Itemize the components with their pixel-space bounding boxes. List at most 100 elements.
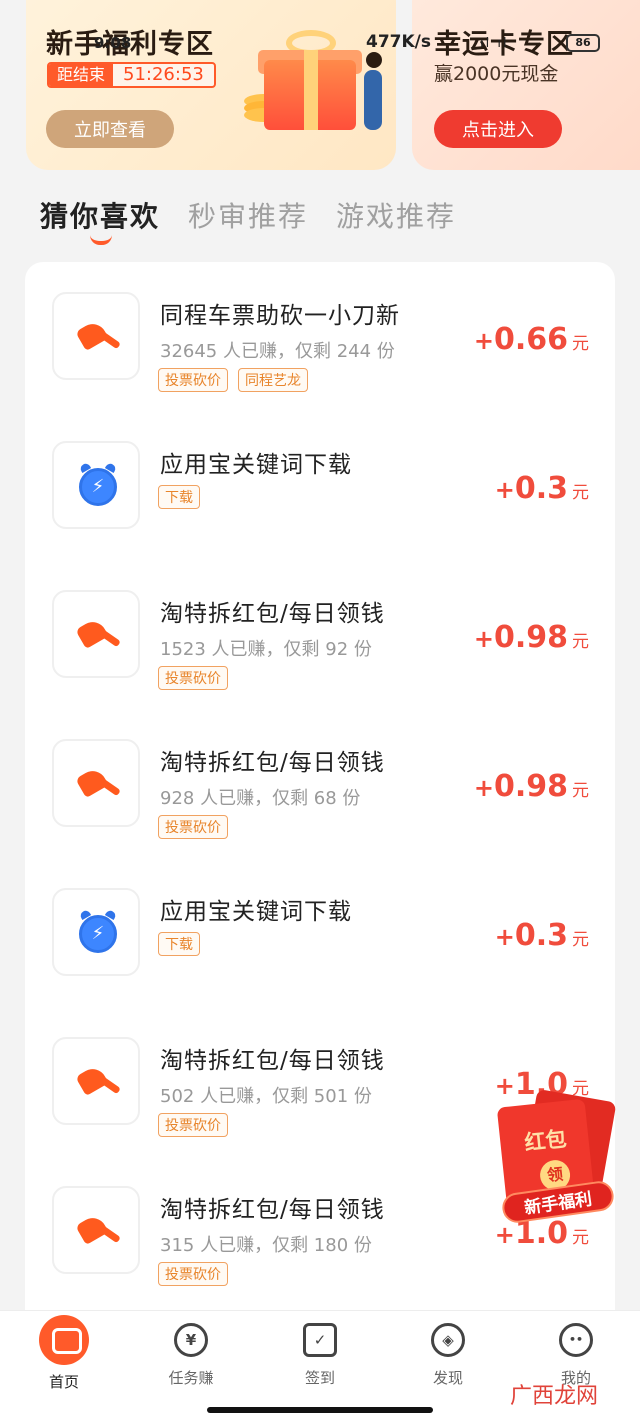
alarm-clock-icon: ⚡ <box>79 915 117 953</box>
countdown-timer: 距结束 51:26:53 <box>47 62 216 88</box>
nav-home[interactable]: 首页 <box>14 1315 114 1392</box>
task-stats: 928 人已赚，仅剩 68 份 <box>160 788 361 809</box>
task-tag: 同程艺龙 <box>238 368 308 392</box>
task-tags: 投票砍价 <box>158 815 228 839</box>
tab-label: 游戏推荐 <box>336 200 457 233</box>
reward-unit: 元 <box>572 334 589 354</box>
reward-value: 0.3 <box>514 918 568 953</box>
reward-amount: +0.98 元 <box>474 620 589 655</box>
task-title: 淘特拆红包/每日领钱 <box>160 601 385 627</box>
task-icon-box <box>52 292 140 380</box>
nav-tasks[interactable]: ¥ 任务赚 <box>141 1323 241 1388</box>
task-icon-box: ⚡ <box>52 441 140 529</box>
tab-quick-review[interactable]: 秒审推荐 <box>188 195 308 255</box>
reward-value: 0.98 <box>493 620 568 655</box>
reward-amount: +0.66 元 <box>474 322 589 357</box>
reward-amount: +0.3 元 <box>495 918 589 953</box>
face-icon: •• <box>559 1323 593 1357</box>
alarm-clock-icon: ⚡ <box>79 468 117 506</box>
task-stats: 32645 人已赚，仅剩 244 份 <box>160 341 395 362</box>
person-illustration <box>364 70 382 130</box>
status-bar: 9:08 477K/s ıl ıl 86 <box>0 30 640 60</box>
task-icon-box <box>52 590 140 678</box>
reward-value: 0.98 <box>493 769 568 804</box>
axe-icon <box>75 765 121 801</box>
signal-icon: ıl ıl <box>480 36 509 51</box>
task-title: 淘特拆红包/每日领钱 <box>160 1197 385 1223</box>
task-icon-box <box>52 1186 140 1274</box>
task-icon-box: ⚡ <box>52 888 140 976</box>
axe-icon <box>75 1063 121 1099</box>
axe-icon <box>75 1212 121 1248</box>
active-tab-indicator <box>90 235 112 245</box>
nav-discover[interactable]: ◈ 发现 <box>398 1323 498 1388</box>
nav-label: 首页 <box>48 1373 79 1391</box>
promo-banner-row: 新手福利专区 距结束 51:26:53 立即查看 幸运卡专区 赢2000元现金 … <box>0 0 640 175</box>
tab-label: 秒审推荐 <box>188 200 309 233</box>
clock-time: 9:08 <box>94 34 132 52</box>
axe-icon <box>75 616 121 652</box>
calendar-check-icon: ✓ <box>303 1323 337 1357</box>
reward-unit: 元 <box>572 1228 589 1248</box>
reward-plus: + <box>473 774 494 802</box>
task-title: 应用宝关键词下载 <box>160 452 352 478</box>
task-tag: 投票砍价 <box>158 368 228 392</box>
task-tags: 下载 <box>158 932 200 956</box>
view-now-button[interactable]: 立即查看 <box>46 110 174 148</box>
task-tags: 投票砍价 同程艺龙 <box>158 368 308 392</box>
reward-unit: 元 <box>572 632 589 652</box>
tab-game-recommend[interactable]: 游戏推荐 <box>336 195 456 255</box>
task-row[interactable]: 淘特拆红包/每日领钱 1523 人已赚，仅剩 92 份投票砍价 +0.98 元 <box>25 560 615 708</box>
watermark: 广西龙网 <box>510 1384 599 1409</box>
tab-label: 猜你喜欢 <box>40 200 161 233</box>
reward-value: 0.3 <box>514 471 568 506</box>
reward-plus: + <box>494 1221 515 1249</box>
home-icon <box>39 1315 89 1365</box>
task-tag: 投票砍价 <box>158 1113 228 1137</box>
task-title: 同程车票助砍一小刀新 <box>160 303 400 329</box>
nav-label: 任务赚 <box>168 1369 214 1387</box>
task-row[interactable]: 淘特拆红包/每日领钱 928 人已赚，仅剩 68 份投票砍价 +0.98 元 <box>25 709 615 857</box>
axe-icon <box>75 318 121 354</box>
task-row[interactable]: 同程车票助砍一小刀新 32645 人已赚，仅剩 244 份投票砍价 同程艺龙 +0.6… <box>25 262 615 410</box>
reward-plus: + <box>473 327 494 355</box>
task-row[interactable]: ⚡ 应用宝关键词下载 下载 +0.3 元 <box>25 411 615 559</box>
task-title: 应用宝关键词下载 <box>160 899 352 925</box>
reward-plus: + <box>473 625 494 653</box>
reward-unit: 元 <box>572 930 589 950</box>
task-tag: 下载 <box>158 485 200 509</box>
reward-plus: + <box>494 923 515 951</box>
tab-guess-you-like[interactable]: 猜你喜欢 <box>40 195 160 255</box>
promo-subtitle: 赢2000元现金 <box>434 63 559 85</box>
recommend-tabs: 猜你喜欢 秒审推荐 游戏推荐 <box>40 195 456 255</box>
yen-icon: ¥ <box>174 1323 208 1357</box>
reward-amount: +0.98 元 <box>474 769 589 804</box>
compass-icon: ◈ <box>431 1323 465 1357</box>
task-stats: 502 人已赚，仅剩 501 份 <box>160 1086 372 1107</box>
task-tag: 投票砍价 <box>158 1262 228 1286</box>
lucky-card-promo[interactable]: 幸运卡专区 赢2000元现金 点击进入 <box>412 0 640 170</box>
task-tag: 下载 <box>158 932 200 956</box>
task-tags: 投票砍价 <box>158 1262 228 1286</box>
newbie-welfare-promo[interactable]: 新手福利专区 距结束 51:26:53 立即查看 <box>26 0 396 170</box>
task-tag: 投票砍价 <box>158 666 228 690</box>
task-title: 淘特拆红包/每日领钱 <box>160 750 385 776</box>
reward-unit: 元 <box>572 483 589 503</box>
task-tags: 投票砍价 <box>158 1113 228 1137</box>
reward-value: 0.66 <box>493 322 568 357</box>
task-tag: 投票砍价 <box>158 815 228 839</box>
task-row[interactable]: ⚡ 应用宝关键词下载 下载 +0.3 元 <box>25 858 615 1006</box>
red-packet-title: 红包 <box>523 1126 568 1156</box>
home-indicator <box>207 1407 433 1413</box>
reward-amount: +0.3 元 <box>495 471 589 506</box>
nav-label: 签到 <box>304 1369 335 1387</box>
red-packet-float[interactable]: 红包 领 新手福利 <box>496 1088 617 1225</box>
nav-checkin[interactable]: ✓ 签到 <box>270 1323 370 1388</box>
enter-button[interactable]: 点击进入 <box>434 110 562 148</box>
network-speed: 477K/s <box>366 32 431 52</box>
task-icon-box <box>52 1037 140 1125</box>
battery-icon: 86 <box>566 34 600 52</box>
task-tags: 投票砍价 <box>158 666 228 690</box>
task-stats: 1523 人已赚，仅剩 92 份 <box>160 639 372 660</box>
task-icon-box <box>52 739 140 827</box>
